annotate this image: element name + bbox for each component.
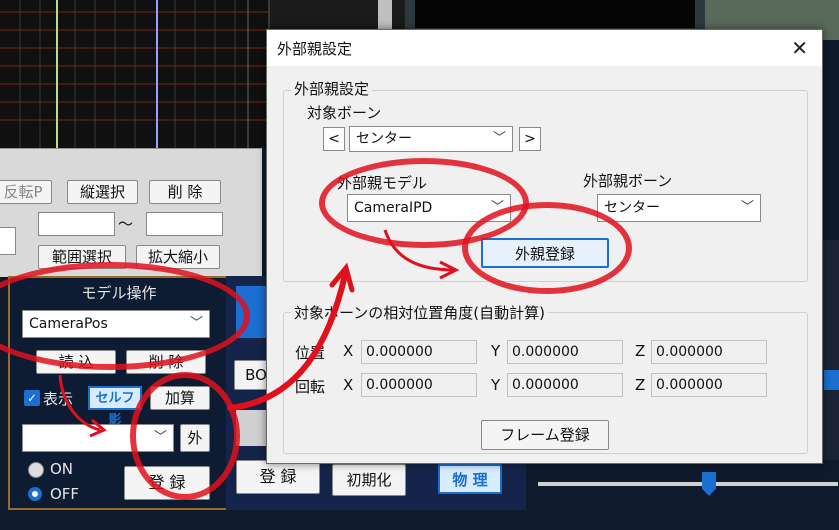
annotation-arrows xyxy=(58,229,460,438)
